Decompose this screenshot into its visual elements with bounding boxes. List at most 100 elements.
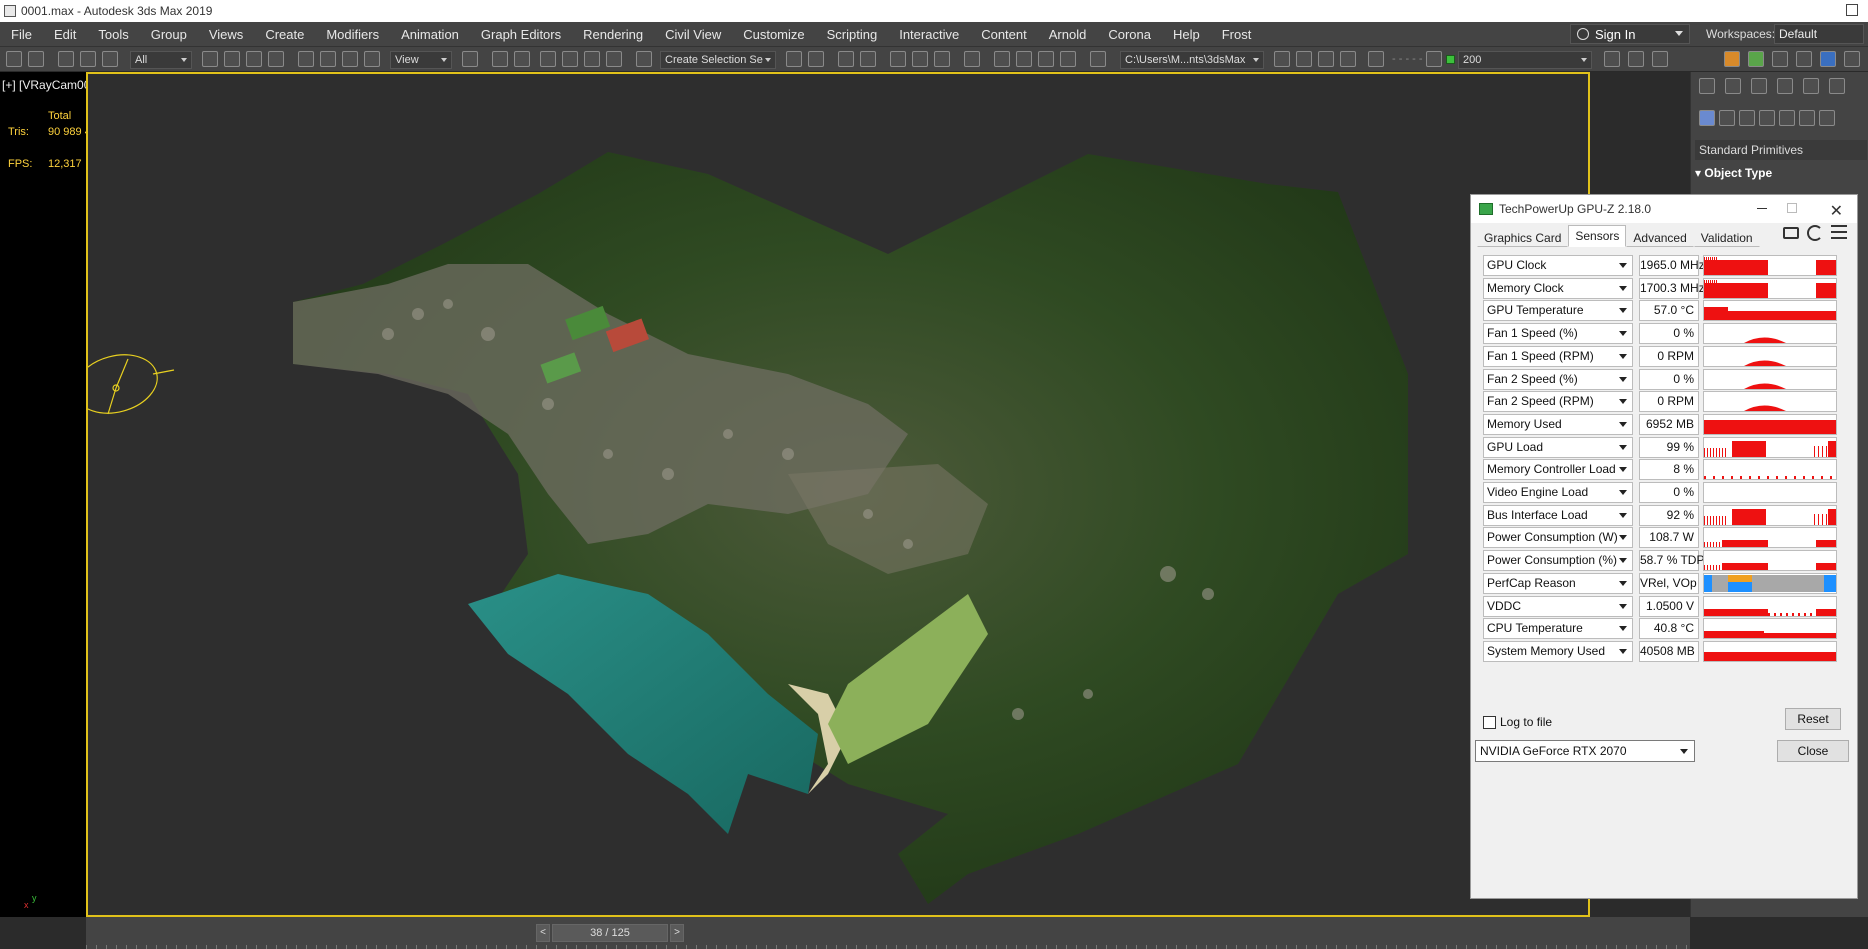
restore-window-icon[interactable] — [1846, 4, 1858, 16]
menu-file[interactable]: File — [0, 27, 43, 42]
time-slider-thumb[interactable]: 38 / 125 — [552, 924, 668, 942]
snapshot-icon[interactable] — [1652, 51, 1668, 67]
sensor-graph[interactable] — [1703, 595, 1837, 617]
menu-scripting[interactable]: Scripting — [816, 27, 889, 42]
snaps-toggle-icon[interactable] — [540, 51, 556, 67]
render-cloud-icon[interactable] — [1090, 51, 1106, 67]
sensor-graph[interactable] — [1703, 618, 1837, 640]
edit-named-selection-icon[interactable] — [636, 51, 652, 67]
pivot-center-icon[interactable] — [462, 51, 478, 67]
percent-snap-icon[interactable] — [584, 51, 600, 67]
close-button[interactable]: Close — [1777, 740, 1849, 762]
rendered-frame-window-icon[interactable] — [1016, 51, 1032, 67]
sensor-graph[interactable] — [1703, 482, 1837, 503]
sensor-name-dropdown[interactable]: VDDC — [1483, 595, 1633, 617]
reset-button[interactable]: Reset — [1785, 708, 1841, 730]
space-warps-icon[interactable] — [1799, 110, 1815, 126]
menu-group[interactable]: Group — [140, 27, 198, 42]
reference-coordinate-dropdown[interactable]: View — [390, 51, 452, 69]
sensor-name-dropdown[interactable]: GPU Clock — [1483, 255, 1633, 276]
extra-tools-icon[interactable] — [1844, 51, 1860, 67]
sensor-name-dropdown[interactable]: Memory Clock — [1483, 277, 1633, 299]
sensor-name-dropdown[interactable]: Fan 1 Speed (RPM) — [1483, 345, 1633, 367]
hamburger-menu-icon[interactable] — [1831, 225, 1847, 241]
mirror-icon[interactable] — [786, 51, 802, 67]
modify-tab-icon[interactable] — [1725, 78, 1741, 94]
tab-sensors[interactable]: Sensors — [1568, 225, 1627, 247]
sensor-name-dropdown[interactable]: Memory Controller Load — [1483, 459, 1633, 481]
tab-graphics-card[interactable]: Graphics Card — [1477, 227, 1569, 247]
close-icon[interactable]: ✕ — [1830, 201, 1843, 221]
keyboard-shortcut-icon[interactable] — [514, 51, 530, 67]
previous-frame-button[interactable]: < — [536, 924, 550, 942]
redo-icon[interactable] — [28, 51, 44, 67]
gpu-select-dropdown[interactable]: NVIDIA GeForce RTX 2070 — [1475, 740, 1695, 762]
sensor-graph[interactable] — [1703, 300, 1837, 322]
sensor-name-dropdown[interactable]: Video Engine Load — [1483, 482, 1633, 503]
maximize-icon[interactable] — [1787, 203, 1797, 213]
sensor-name-dropdown[interactable]: Fan 2 Speed (%) — [1483, 368, 1633, 390]
scale-icon[interactable] — [342, 51, 358, 67]
sensor-name-dropdown[interactable]: Power Consumption (W) — [1483, 527, 1633, 549]
sensor-graph[interactable] — [1703, 436, 1837, 458]
link-icon[interactable] — [58, 51, 74, 67]
menu-rendering[interactable]: Rendering — [572, 27, 654, 42]
menu-corona[interactable]: Corona — [1097, 27, 1162, 42]
tab-validation[interactable]: Validation — [1693, 227, 1760, 247]
selection-filter-dropdown[interactable]: All — [130, 51, 192, 69]
rectangle-selection-icon[interactable] — [246, 51, 262, 67]
schematic-view-icon[interactable] — [934, 51, 950, 67]
select-manipulate-icon[interactable] — [492, 51, 508, 67]
window-crossing-icon[interactable] — [268, 51, 284, 67]
geometry-icon[interactable] — [1699, 110, 1715, 126]
sensor-name-dropdown[interactable]: Power Consumption (%) — [1483, 550, 1633, 572]
refresh-icon[interactable] — [1807, 225, 1823, 241]
menu-views[interactable]: Views — [198, 27, 254, 42]
motion-tab-icon[interactable] — [1777, 78, 1793, 94]
render-iterative-icon[interactable] — [1060, 51, 1076, 67]
select-by-name-icon[interactable] — [224, 51, 240, 67]
curve-editor-icon[interactable] — [912, 51, 928, 67]
sensor-graph[interactable] — [1703, 640, 1837, 662]
batch-render-icon[interactable] — [1628, 51, 1644, 67]
menu-edit[interactable]: Edit — [43, 27, 87, 42]
systems-icon[interactable] — [1819, 110, 1835, 126]
rotate-icon[interactable] — [320, 51, 336, 67]
gpuz-title-bar[interactable]: TechPowerUp GPU-Z 2.18.0 — [1471, 195, 1857, 223]
render-production-icon[interactable] — [1038, 51, 1054, 67]
sensor-graph[interactable] — [1703, 527, 1837, 549]
shapes-icon[interactable] — [1719, 110, 1735, 126]
frame-slider-track[interactable]: - - - - - - — [1392, 53, 1429, 65]
sensor-name-dropdown[interactable]: Fan 1 Speed (%) — [1483, 323, 1633, 345]
viewport-layout-icon[interactable] — [1368, 51, 1384, 67]
placement-icon[interactable] — [364, 51, 380, 67]
sensor-name-dropdown[interactable]: Memory Used — [1483, 413, 1633, 435]
sensor-graph[interactable] — [1703, 345, 1837, 367]
camera-gizmo[interactable] — [88, 346, 175, 422]
log-to-file-checkbox[interactable] — [1483, 715, 1496, 729]
align-icon[interactable] — [808, 51, 824, 67]
sensor-graph[interactable] — [1703, 459, 1837, 481]
menu-frost[interactable]: Frost — [1211, 27, 1263, 42]
menu-animation[interactable]: Animation — [390, 27, 470, 42]
sensor-name-dropdown[interactable]: GPU Load — [1483, 436, 1633, 458]
angle-snap-icon[interactable] — [562, 51, 578, 67]
create-tab-icon[interactable] — [1699, 78, 1715, 94]
sensor-graph[interactable] — [1703, 413, 1837, 435]
menu-civil-view[interactable]: Civil View — [654, 27, 732, 42]
sensor-graph[interactable] — [1703, 277, 1837, 299]
minimize-icon[interactable] — [1757, 208, 1767, 209]
sensor-graph[interactable] — [1703, 504, 1837, 526]
menu-graph-editors[interactable]: Graph Editors — [470, 27, 572, 42]
project-path-dropdown[interactable]: C:\Users\M...nts\3dsMax — [1120, 51, 1264, 69]
render-setup-icon[interactable] — [994, 51, 1010, 67]
hierarchy-tab-icon[interactable] — [1751, 78, 1767, 94]
workspaces-dropdown[interactable]: Default — [1774, 24, 1864, 44]
menu-help[interactable]: Help — [1162, 27, 1211, 42]
menu-modifiers[interactable]: Modifiers — [315, 27, 390, 42]
sensor-name-dropdown[interactable]: CPU Temperature — [1483, 618, 1633, 640]
vray-frame-buffer-icon[interactable] — [1274, 51, 1290, 67]
camera-icon[interactable] — [1783, 227, 1799, 239]
log-to-file-option[interactable]: Log to file — [1483, 715, 1552, 729]
auto-key-icon[interactable] — [1426, 51, 1442, 67]
